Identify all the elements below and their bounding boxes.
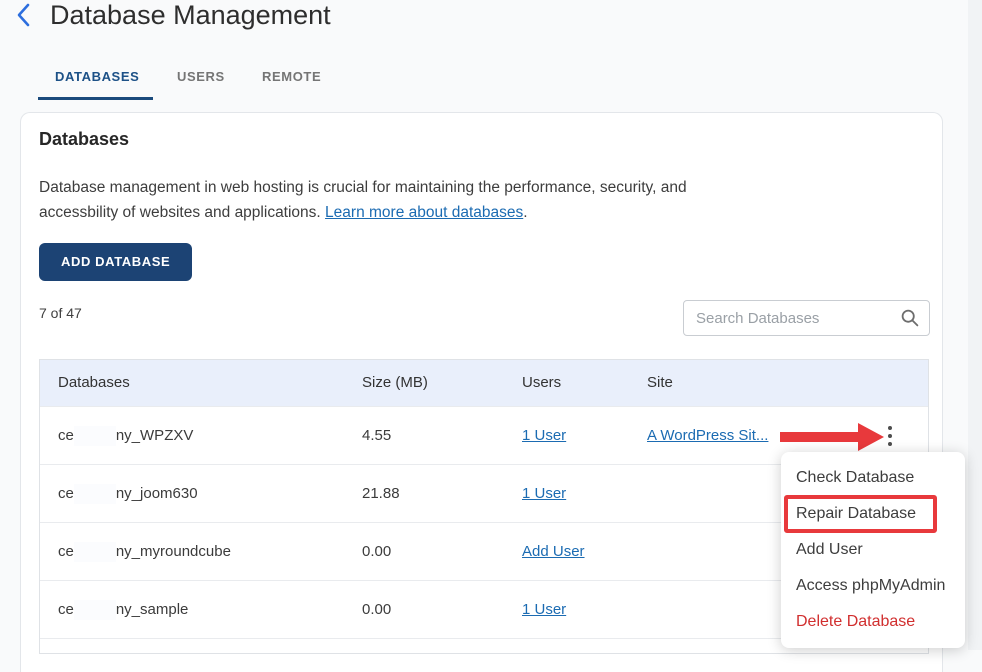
search-input[interactable]: [683, 300, 930, 336]
db-name: ceny_joom630: [58, 465, 198, 523]
learn-more-link[interactable]: Learn more about databases: [325, 204, 523, 221]
chevron-left-icon: [14, 15, 36, 32]
page-title: Database Management: [50, 0, 331, 33]
menu-item-repair-database[interactable]: Repair Database: [781, 496, 965, 532]
result-count: 7 of 47: [39, 305, 82, 321]
tab-remote-label: REMOTE: [262, 69, 321, 84]
db-users: 1 User: [522, 581, 566, 639]
db-users: Add User: [522, 523, 585, 581]
redaction-box: [74, 542, 116, 562]
table-header-row: Databases Size (MB) Users Site: [40, 360, 928, 406]
redaction-box: [74, 484, 116, 504]
menu-item-check-database[interactable]: Check Database: [781, 460, 965, 496]
menu-item-access-phpmyadmin[interactable]: Access phpMyAdmin: [781, 568, 965, 604]
kebab-vertical-icon[interactable]: [882, 423, 898, 449]
description-period: .: [523, 204, 527, 221]
db-site: A WordPress Sit...: [647, 407, 768, 465]
search-box: [683, 300, 930, 336]
redaction-box: [74, 426, 116, 446]
tab-users[interactable]: USERS: [177, 62, 225, 92]
col-header-users: Users: [522, 360, 561, 406]
col-header-size: Size (MB): [362, 360, 428, 406]
db-name: ceny_WPZXV: [58, 407, 193, 465]
col-header-databases: Databases: [58, 360, 130, 406]
db-name: ceny_sample: [58, 581, 188, 639]
tab-databases[interactable]: DATABASES: [55, 62, 139, 92]
description-line1: Database management in web hosting is cr…: [39, 179, 687, 196]
menu-item-add-user[interactable]: Add User: [781, 532, 965, 568]
users-link[interactable]: 1 User: [522, 601, 566, 618]
panel-heading: Databases: [39, 129, 129, 150]
db-size: 0.00: [362, 581, 391, 639]
users-link[interactable]: 1 User: [522, 485, 566, 502]
db-name: ceny_myroundcube: [58, 523, 231, 581]
tab-remote[interactable]: REMOTE: [262, 62, 321, 92]
db-size: 21.88: [362, 465, 400, 523]
scrollbar-gutter[interactable]: [968, 0, 982, 650]
panel-description: Database management in web hosting is cr…: [39, 175, 809, 225]
db-size: 4.55: [362, 407, 391, 465]
tab-databases-label: DATABASES: [55, 69, 139, 84]
db-size: 0.00: [362, 523, 391, 581]
annotation-arrow-head-icon: [858, 423, 884, 451]
annotation-arrow: [780, 432, 858, 442]
users-link[interactable]: 1 User: [522, 427, 566, 444]
col-header-site: Site: [647, 360, 673, 406]
site-link[interactable]: A WordPress Sit...: [647, 427, 768, 444]
redaction-box: [74, 600, 116, 620]
row-context-menu: Check Database Repair Database Add User …: [781, 452, 965, 648]
db-users: 1 User: [522, 407, 566, 465]
magnifier-icon[interactable]: [900, 308, 920, 328]
add-database-button[interactable]: ADD DATABASE: [39, 243, 192, 281]
description-line2: accessbility of websites and application…: [39, 204, 325, 221]
db-users: 1 User: [522, 465, 566, 523]
menu-item-delete-database[interactable]: Delete Database: [781, 604, 965, 640]
active-tab-underline: [38, 97, 153, 100]
tab-users-label: USERS: [177, 69, 225, 84]
add-user-link[interactable]: Add User: [522, 543, 585, 560]
back-button[interactable]: [14, 2, 42, 30]
